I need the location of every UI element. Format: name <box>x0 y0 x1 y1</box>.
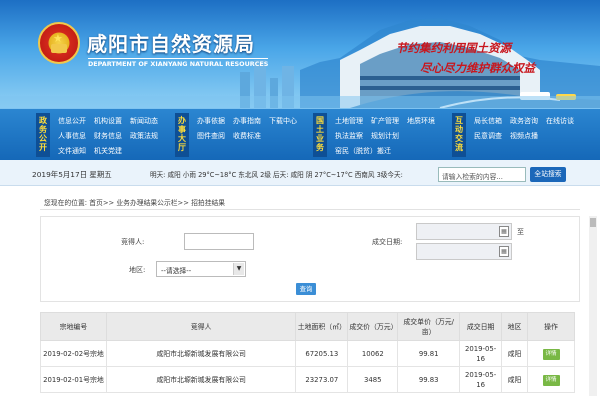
table-row: 2019-02-02号宗地 咸阳市北塬新城发展有限公司 67205.13 100… <box>40 340 575 367</box>
nav-group-head[interactable]: 互动交流 <box>452 113 466 157</box>
nav-link[interactable]: 政策法规 <box>130 131 158 141</box>
col-header-operation: 操作 <box>527 312 575 341</box>
calendar-icon[interactable]: ▦ <box>499 226 509 237</box>
chevron-down-icon[interactable]: ▼ <box>233 263 244 275</box>
current-date: 2019年5月17日 星期五 <box>32 170 112 179</box>
cell-bidder: 咸阳市北塬新城发展有限公司 <box>105 366 297 393</box>
nav-link[interactable]: 机关党建 <box>94 146 122 156</box>
auction-results-table: 宗地编号 竞得人 土地面积（㎡） 成交价（万元） 成交单价（万元/亩） 成交日期… <box>40 312 575 393</box>
table-row: 2019-02-01号宗地 咸阳市北塬新城发展有限公司 23273.07 348… <box>40 366 575 393</box>
nav-link[interactable]: 在线访谈 <box>546 116 574 126</box>
breadcrumb-divider <box>40 209 580 210</box>
cell-price: 3485 <box>347 366 399 393</box>
cell-region: 咸阳 <box>501 366 529 393</box>
cell-date: 2019-05-16 <box>459 340 503 367</box>
nav-link[interactable]: 办事依据 <box>197 116 225 126</box>
col-header-unit-price: 成交单价（万元/亩） <box>397 312 461 341</box>
site-search-input[interactable]: 请输入检索的内容... <box>438 167 526 182</box>
detail-button[interactable]: 详情 <box>542 374 560 386</box>
national-emblem-logo: ★ <box>38 22 80 64</box>
col-header-region: 地区 <box>501 312 529 341</box>
calendar-icon[interactable]: ▦ <box>499 246 509 257</box>
nav-link[interactable]: 信息公开 <box>58 116 86 126</box>
cell-area: 23273.07 <box>295 366 349 393</box>
nav-group-head[interactable]: 政务公开 <box>36 113 50 157</box>
nav-link[interactable]: 新闻动态 <box>130 116 158 126</box>
nav-link[interactable]: 政务咨询 <box>510 116 538 126</box>
date-to-field[interactable]: ▦ <box>416 243 512 260</box>
query-button[interactable]: 查询 <box>296 283 316 295</box>
date-from-field[interactable]: ▦ <box>416 223 512 240</box>
cell-date: 2019-05-16 <box>459 366 503 393</box>
col-header-date: 成交日期 <box>459 312 503 341</box>
nav-link[interactable]: 地质环境 <box>407 116 435 126</box>
date-label: 成交日期: <box>372 238 403 246</box>
nav-link[interactable]: 土地管理 <box>335 116 363 126</box>
nav-link[interactable]: 财务信息 <box>94 131 122 141</box>
site-banner: ★ 咸阳市自然资源局 DEPARTMENT OF XIANYANG NATURA… <box>0 0 600 108</box>
col-header-price: 成交价（万元） <box>347 312 399 341</box>
cell-parcel: 2019-02-02号宗地 <box>40 340 107 367</box>
nav-link[interactable]: 规划计划 <box>371 131 399 141</box>
col-header-parcel: 宗地编号 <box>40 312 107 341</box>
cell-price: 10062 <box>347 340 399 367</box>
region-select[interactable]: --请选择-- ▼ <box>156 261 246 277</box>
nav-link[interactable]: 民意调查 <box>474 131 502 141</box>
nav-group-head[interactable]: 办事大厅 <box>175 113 189 157</box>
date-weather-bar: 2019年5月17日 星期五 明天: 咸阳 小雨 29°C~18°C 东北风 2… <box>0 160 600 186</box>
nav-link[interactable]: 局长信箱 <box>474 116 502 126</box>
cell-parcel: 2019-02-01号宗地 <box>40 366 107 393</box>
col-header-area: 土地面积（㎡） <box>295 312 349 341</box>
region-select-value: --请选择-- <box>161 267 192 275</box>
nav-link[interactable]: 办事指南 <box>233 116 261 126</box>
nav-link[interactable]: 下载中心 <box>269 116 297 126</box>
cell-region: 咸阳 <box>501 340 529 367</box>
nav-link[interactable]: 视频点播 <box>510 131 538 141</box>
nav-link[interactable]: 人事信息 <box>58 131 86 141</box>
site-title: 咸阳市自然资源局 <box>87 32 255 56</box>
weather-forecast: 明天: 咸阳 小雨 29°C~18°C 东北风 2级 后天: 咸阳 阴 27°C… <box>150 171 403 179</box>
nav-link[interactable]: 机构设置 <box>94 116 122 126</box>
table-header-row: 宗地编号 竞得人 土地面积（㎡） 成交价（万元） 成交单价（万元/亩） 成交日期… <box>40 312 575 341</box>
cell-operation: 详情 <box>527 366 575 393</box>
nav-link[interactable]: 窑民（脱贫）搬迁 <box>335 146 391 156</box>
site-search-button[interactable]: 全站搜索 <box>530 167 566 182</box>
nav-link[interactable]: 图件查阅 <box>197 131 225 141</box>
nav-group-head[interactable]: 国土业务 <box>313 113 327 157</box>
col-header-bidder: 竞得人 <box>105 312 297 341</box>
cell-unit-price: 99.81 <box>397 340 461 367</box>
cell-area: 67205.13 <box>295 340 349 367</box>
detail-button[interactable]: 详情 <box>542 348 560 360</box>
scrollbar[interactable] <box>589 216 597 396</box>
bidder-label: 竞得人: <box>121 238 145 246</box>
nav-link[interactable]: 执法监察 <box>335 131 363 141</box>
date-to-label: 至 <box>517 228 524 236</box>
site-subtitle: DEPARTMENT OF XIANYANG NATURAL RESOURCES <box>88 58 269 68</box>
nav-link[interactable]: 文件通知 <box>58 146 86 156</box>
search-form: 竞得人: 成交日期: ▦ 至 ▦ 地区: --请选择-- ▼ 查询 <box>40 216 580 302</box>
scrollbar-thumb[interactable] <box>590 218 596 227</box>
cell-bidder: 咸阳市北塬新城发展有限公司 <box>105 340 297 367</box>
breadcrumb: 您现在的位置: 首页>> 业务办理结果公示栏>> 招拍挂结果 <box>44 199 226 207</box>
bidder-input[interactable] <box>184 233 254 250</box>
cell-operation: 详情 <box>527 340 575 367</box>
slogan-line-1: 节约集约利用国土资源 <box>396 41 511 55</box>
region-label: 地区: <box>129 266 146 274</box>
cell-unit-price: 99.83 <box>397 366 461 393</box>
main-navigation: 政务公开 信息公开 机构设置 新闻动态 人事信息 财务信息 政策法规 文件通知 … <box>0 108 600 160</box>
nav-link[interactable]: 收费标准 <box>233 131 261 141</box>
nav-link[interactable]: 矿产管理 <box>371 116 399 126</box>
slogan-line-2: 尽心尽力维护群众权益 <box>420 61 535 75</box>
